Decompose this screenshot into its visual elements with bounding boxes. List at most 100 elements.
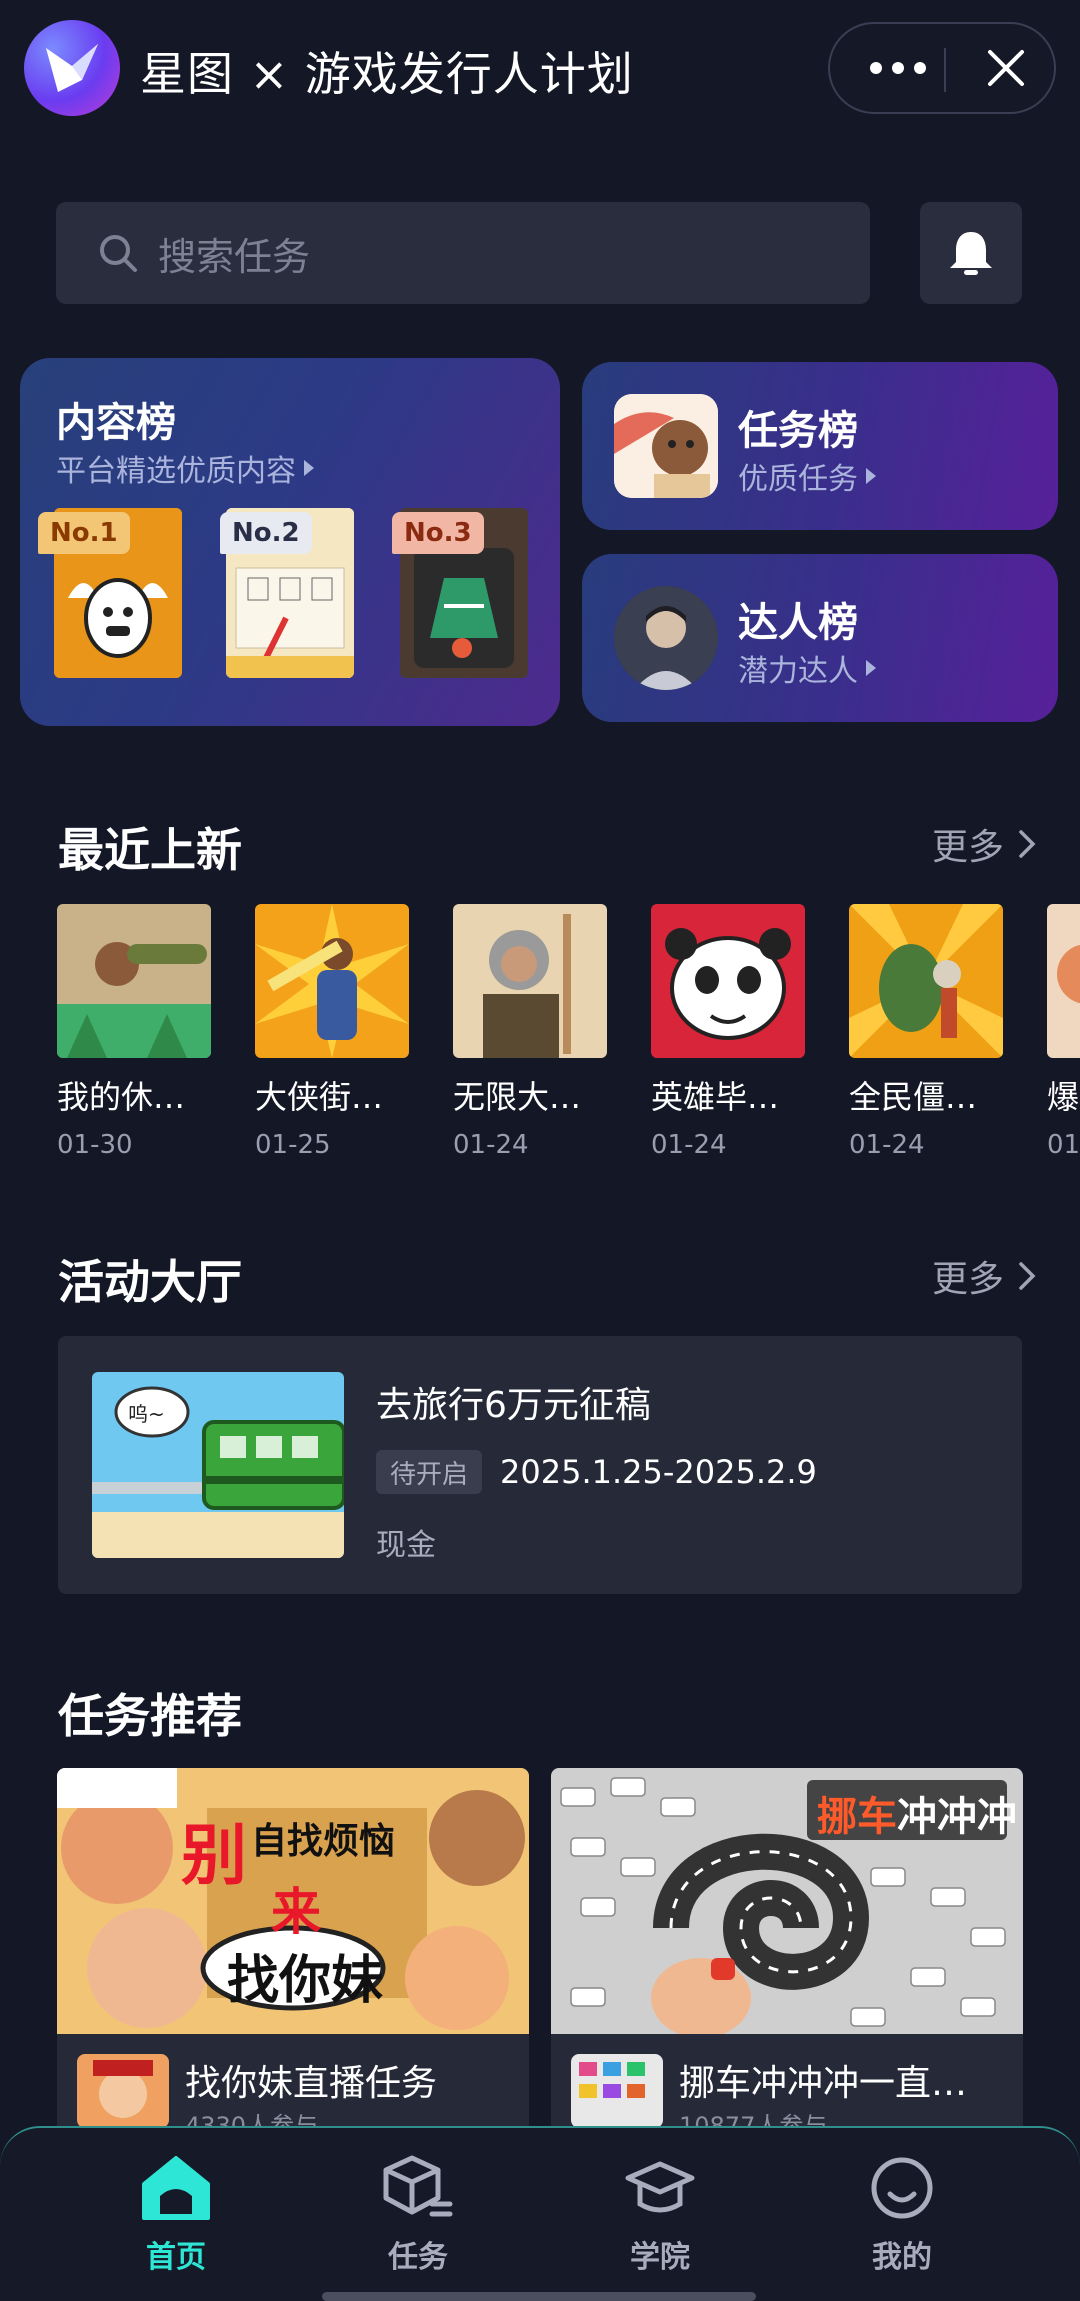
- rank-badge-3: No.3: [392, 512, 484, 554]
- game-item[interactable]: 无限大… 01-24: [453, 904, 607, 1160]
- game-thumb-4: [651, 904, 805, 1058]
- game-date: 01-24: [651, 1130, 727, 1160]
- capsule-divider: [944, 48, 946, 92]
- recent-section-title: 最近上新: [58, 823, 242, 877]
- more-dots-icon[interactable]: [858, 24, 938, 112]
- task-ranking-subtitle-text: 优质任务: [738, 462, 858, 497]
- nav-academy[interactable]: 学院: [600, 2154, 720, 2276]
- talent-ranking-card[interactable]: 达人榜 潜力达人: [582, 554, 1058, 722]
- nav-label: 我的: [872, 2240, 932, 2275]
- notification-button[interactable]: [920, 202, 1022, 304]
- activity-reward: 现金: [376, 1528, 436, 1563]
- game-name: 大侠街…: [255, 1078, 384, 1116]
- task-box-icon: [383, 2155, 453, 2217]
- task-card[interactable]: 别 自找烦恼 来 找你妹 找你妹直播任务 4330人参与: [57, 1768, 529, 2128]
- game-date: 01-30: [57, 1130, 133, 1160]
- mini-program-capsule: [828, 22, 1056, 114]
- rank-badge-2: No.2: [220, 512, 312, 554]
- content-ranking-card[interactable]: 内容榜 平台精选优质内容 No.1 No.2 No.3: [20, 358, 560, 726]
- game-name: 我的休…: [57, 1078, 186, 1116]
- game-item[interactable]: 英雄毕… 01-24: [651, 904, 805, 1160]
- smile-profile-icon: [871, 2157, 933, 2219]
- banner-text: 别: [181, 1817, 247, 1894]
- game-date: 01-: [1047, 1130, 1080, 1160]
- talent-ranking-subtitle-text: 潜力达人: [738, 654, 858, 689]
- task-mini-icon-2: [571, 2054, 663, 2128]
- tasks-section-title: 任务推荐: [58, 1689, 242, 1743]
- activity-more-label: 更多: [931, 1259, 1004, 1300]
- search-placeholder: 搜索任务: [158, 234, 311, 279]
- arrow-right-icon: [866, 660, 876, 676]
- game-date: 01-24: [453, 1130, 529, 1160]
- chevron-right-icon: [1019, 830, 1036, 858]
- banner-text: 挪车冲冲冲: [817, 1784, 1017, 1842]
- task-ranking-subtitle: 优质任务: [738, 454, 876, 498]
- game-name: 全民僵…: [849, 1078, 978, 1116]
- activity-title: 去旅行6万元征稿: [376, 1385, 651, 1426]
- nav-home[interactable]: 首页: [116, 2154, 236, 2276]
- rank-badge-1: No.1: [38, 512, 130, 554]
- content-ranking-subtitle-text: 平台精选优质内容: [56, 454, 296, 489]
- game-name: 无限大…: [453, 1078, 582, 1116]
- game-thumb-5: [849, 904, 1003, 1058]
- close-icon[interactable]: [966, 24, 1046, 112]
- banner-text-red: 挪车: [817, 1794, 897, 1840]
- search-icon: [100, 235, 137, 272]
- nav-task[interactable]: 任务: [358, 2154, 478, 2276]
- nav-label: 学院: [630, 2240, 690, 2275]
- task-ranking-avatar: [614, 394, 718, 498]
- game-date: 01-25: [255, 1130, 331, 1160]
- game-item[interactable]: 全民僵… 01-24: [849, 904, 1003, 1160]
- activity-image: 呜~: [92, 1372, 344, 1558]
- nav-mine[interactable]: 我的: [842, 2154, 962, 2276]
- status-badge: 待开启: [376, 1450, 483, 1494]
- home-icon: [142, 2156, 210, 2220]
- game-thumb-6: [1047, 904, 1080, 1058]
- arrow-right-icon: [866, 468, 876, 484]
- xingtu-logo-icon: [24, 20, 120, 116]
- game-item[interactable]: 爆 01-: [1047, 904, 1080, 1160]
- activity-section-title: 活动大厅: [58, 1255, 242, 1309]
- game-thumb-1: [57, 904, 211, 1058]
- home-indicator: [322, 2292, 756, 2301]
- page-title: 星图 × 游戏发行人计划: [140, 47, 634, 101]
- graduation-cap-icon: [625, 2161, 695, 2213]
- task-participants: 10877人参与: [679, 2112, 828, 2128]
- activity-date-range: 2025.1.25-2025.2.9: [500, 1453, 817, 1491]
- title-bar: 星图 × 游戏发行人计划: [0, 0, 1080, 136]
- chevron-right-icon: [1019, 1262, 1036, 1290]
- activity-card[interactable]: 呜~ 去旅行6万元征稿 待开启 2025.1.25-2025.2.9 现金: [58, 1336, 1022, 1594]
- bottom-nav: 首页 任务 学院 我的: [0, 2126, 1080, 2301]
- arrow-right-icon: [304, 460, 314, 476]
- game-thumb-2: [255, 904, 409, 1058]
- recent-more-label: 更多: [931, 827, 1004, 868]
- search-input[interactable]: 搜索任务: [56, 202, 870, 304]
- nav-label: 首页: [146, 2240, 206, 2275]
- talent-ranking-subtitle: 潜力达人: [738, 646, 876, 690]
- game-name: 英雄毕…: [651, 1078, 780, 1116]
- content-ranking-subtitle: 平台精选优质内容: [56, 446, 314, 490]
- task-ranking-title: 任务榜: [738, 408, 858, 454]
- bell-icon: [950, 232, 992, 275]
- task-card[interactable]: 挪车冲冲冲 挪车冲冲冲一直… 10877人参与: [551, 1768, 1023, 2128]
- talent-ranking-title: 达人榜: [738, 600, 858, 646]
- banner-text-white: 冲冲冲: [897, 1794, 1017, 1840]
- game-name: 爆: [1047, 1078, 1080, 1116]
- nav-label: 任务: [388, 2240, 448, 2275]
- activity-more-link[interactable]: 更多: [932, 1250, 1036, 1302]
- task-participants: 4330人参与: [185, 2112, 319, 2128]
- recent-more-link[interactable]: 更多: [932, 818, 1036, 870]
- game-thumb-3: [453, 904, 607, 1058]
- task-banner-2: 挪车冲冲冲: [551, 1768, 1023, 2034]
- task-mini-icon-1: [77, 2054, 169, 2128]
- banner-text: 找你妹: [227, 1951, 384, 2011]
- content-ranking-title: 内容榜: [56, 400, 176, 446]
- task-ranking-card[interactable]: 任务榜 优质任务: [582, 362, 1058, 530]
- game-item[interactable]: 我的休… 01-30: [57, 904, 211, 1160]
- task-title: 挪车冲冲冲一直…: [679, 2063, 968, 2104]
- train-bubble-text: 呜~: [128, 1402, 165, 1426]
- task-title: 找你妹直播任务: [185, 2063, 438, 2104]
- banner-text: 来: [271, 1883, 321, 1941]
- game-date: 01-24: [849, 1130, 925, 1160]
- game-item[interactable]: 大侠街… 01-25: [255, 904, 409, 1160]
